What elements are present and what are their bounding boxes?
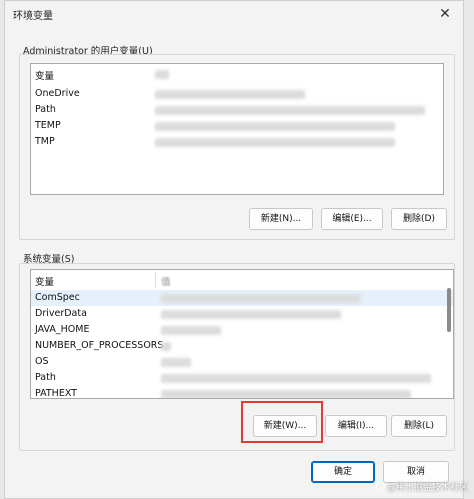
system-vars-header-row: 变量 值 — [31, 272, 453, 288]
user-var-row[interactable]: TMP — [31, 134, 443, 150]
user-var-row[interactable]: Path — [31, 102, 443, 118]
system-var-name: JAVA_HOME — [35, 324, 90, 335]
title-bar: 环境变量 ✕ — [5, 1, 463, 29]
user-vars-header-name: 变量 — [35, 71, 55, 82]
system-var-row[interactable]: ComSpec — [31, 290, 453, 306]
system-var-name: NUMBER_OF_PROCESSORS — [35, 340, 164, 351]
redacted-value — [155, 70, 169, 79]
user-var-name: Path — [35, 104, 56, 115]
environment-variables-dialog: 环境变量 ✕ Administrator 的用户变量(U) 变量 OneDriv… — [4, 0, 464, 499]
system-vars-header-name: 变量 — [35, 277, 55, 288]
watermark-logo-icon — [375, 482, 385, 491]
watermark-text: @稀土掘金技术社区 — [386, 483, 468, 493]
redacted-value — [161, 310, 341, 319]
ok-button[interactable]: 确定 — [311, 461, 375, 483]
redacted-value — [161, 374, 431, 383]
user-vars-header-row: 变量 — [31, 66, 443, 82]
redacted-value — [161, 342, 171, 351]
system-vars-group: 变量 值 ComSpec DriverData JAVA_HOME NUMBER… — [19, 263, 455, 451]
system-var-row[interactable]: OS — [31, 354, 453, 370]
redacted-value — [155, 122, 395, 131]
system-var-name: Path — [35, 372, 56, 383]
redacted-value — [155, 106, 425, 115]
redacted-value — [161, 358, 191, 367]
system-vars-list[interactable]: 变量 值 ComSpec DriverData JAVA_HOME NUMBER… — [30, 269, 454, 399]
redacted-value — [155, 138, 395, 147]
system-vars-header-value: 值 — [161, 277, 171, 288]
user-edit-button[interactable]: 编辑(E)... — [321, 208, 383, 230]
system-var-row[interactable]: NUMBER_OF_PROCESSORS — [31, 338, 453, 354]
user-var-name: OneDrive — [35, 88, 80, 99]
window-title: 环境变量 — [13, 11, 53, 22]
redacted-value — [161, 390, 411, 398]
highlight-box — [241, 401, 323, 443]
user-var-name: TMP — [35, 136, 55, 147]
user-var-row[interactable]: TEMP — [31, 118, 443, 134]
redacted-value — [161, 294, 361, 303]
column-separator[interactable] — [155, 272, 156, 288]
system-var-name: ComSpec — [35, 292, 80, 303]
user-delete-button[interactable]: 删除(D) — [391, 208, 447, 230]
system-edit-button[interactable]: 编辑(I)... — [325, 415, 387, 437]
system-vars-scrollbar[interactable] — [447, 288, 451, 332]
redacted-value — [161, 326, 221, 335]
close-icon[interactable]: ✕ — [435, 4, 455, 24]
user-new-button[interactable]: 新建(N)... — [249, 208, 313, 230]
system-delete-button[interactable]: 删除(L) — [391, 415, 447, 437]
system-var-name: DriverData — [35, 308, 87, 319]
system-var-row[interactable]: PATHEXT — [31, 386, 453, 399]
user-vars-group: 变量 OneDrive Path TEMP TMP 新建(N)... 编辑(E)… — [19, 54, 455, 240]
system-var-name: OS — [35, 356, 49, 367]
system-var-name: PATHEXT — [35, 388, 77, 399]
user-var-name: TEMP — [35, 120, 61, 131]
system-var-row[interactable]: DriverData — [31, 306, 453, 322]
user-vars-list[interactable]: 变量 OneDrive Path TEMP TMP — [30, 63, 444, 195]
redacted-value — [155, 90, 305, 99]
system-var-row[interactable]: JAVA_HOME — [31, 322, 453, 338]
user-var-row[interactable]: OneDrive — [31, 86, 443, 102]
system-var-row[interactable]: Path — [31, 370, 453, 386]
watermark: @稀土掘金技术社区 — [375, 480, 468, 493]
